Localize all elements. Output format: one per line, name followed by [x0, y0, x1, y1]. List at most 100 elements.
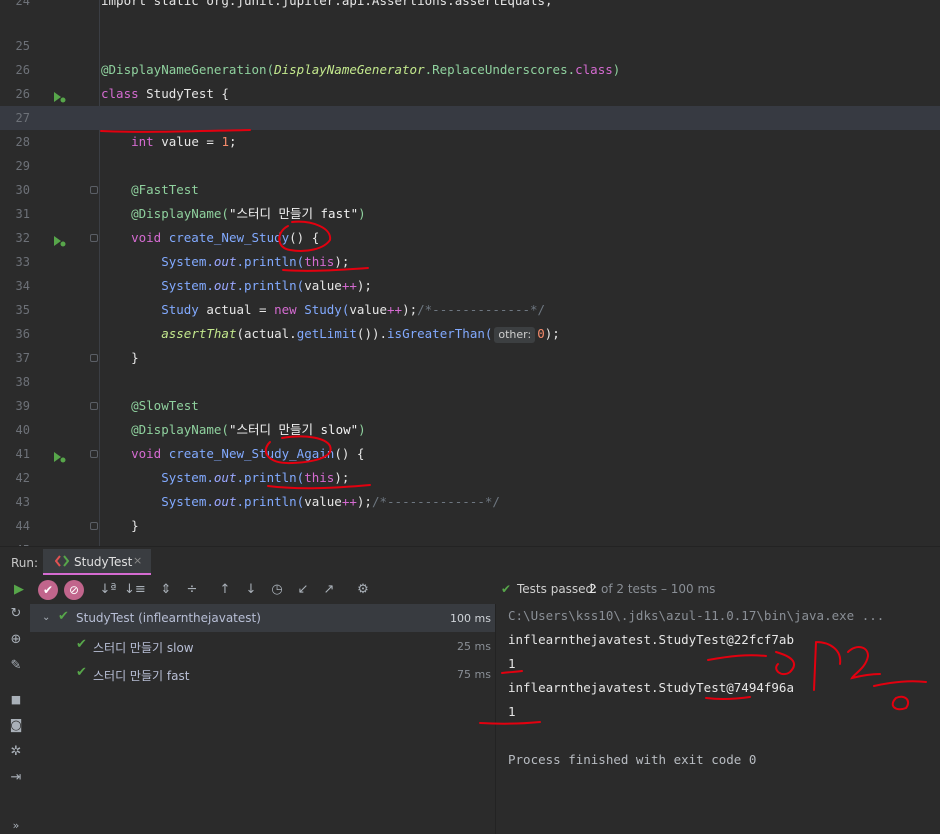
test-run-icon [54, 555, 70, 570]
code-line[interactable]: 30 @FastTest [0, 178, 940, 202]
tree-node-fast[interactable]: ✔ 스터디 만들기 fast 75 ms [30, 660, 495, 688]
run-icon[interactable]: ▶ [9, 580, 29, 600]
down-arrow-icon[interactable]: ↓ [241, 580, 261, 600]
camera-icon[interactable]: ◙ [8, 718, 24, 734]
code-line[interactable]: 39 @SlowTest [0, 394, 940, 418]
code-line[interactable]: 36 assertThat(actual.getLimit()).isGreat… [0, 322, 940, 346]
run-side-toolbar: ↻ ⊕ ✎ ■ ◙ ✲ ⇥ » [0, 604, 30, 834]
code-line[interactable]: 35 Study actual = new Study(value++);/*-… [0, 298, 940, 322]
run-panel-header: Run: StudyTest × [0, 546, 940, 577]
code-line[interactable]: 28 int value = 1; [0, 130, 940, 154]
code-line[interactable]: 43 System.out.println(value++);/*-------… [0, 490, 940, 514]
code-token: ) [358, 422, 366, 437]
code-text: void create_New_Study_Again() { [101, 442, 364, 466]
line-number: 44 [15, 519, 30, 533]
code-token: value [304, 494, 342, 509]
code-line[interactable]: 31 @DisplayName("스터디 만들기 fast") [0, 202, 940, 226]
console-output[interactable]: C:\Users\kss10\.jdks\azul-11.0.17\bin\ja… [496, 604, 940, 834]
code-line[interactable]: 44 } [0, 514, 940, 538]
rerun-icon[interactable]: ↻ [8, 606, 24, 622]
line-number: 39 [15, 399, 30, 413]
settings-icon[interactable]: ⚙ [353, 580, 373, 600]
line-number: 37 [15, 351, 30, 365]
tree-node-slow[interactable]: ✔ 스터디 만들기 slow 25 ms [30, 632, 495, 660]
code-line[interactable]: 41 void create_New_Study_Again() { [0, 442, 940, 466]
code-line[interactable]: 32 void create_New_Study() { [0, 226, 940, 250]
export-icon[interactable]: ↗ [319, 580, 339, 600]
tree-node-time: 25 ms [457, 640, 491, 653]
code-token: .println( [236, 494, 305, 509]
check-icon: ✔ [76, 665, 87, 680]
line-number: 26 [15, 63, 30, 77]
code-token: (actual. [236, 326, 297, 341]
code-line[interactable]: 38 [0, 370, 940, 394]
code-token: this [304, 254, 335, 269]
wrench-icon[interactable]: ✎ [8, 658, 24, 674]
run-test-gutter-icon[interactable] [52, 448, 66, 463]
code-token: () { [289, 230, 320, 245]
expand-all-icon[interactable]: ⇕ [156, 580, 176, 600]
code-line[interactable]: 33 System.out.println(this); [0, 250, 940, 274]
code-token: ++ [341, 494, 357, 509]
code-text: @DisplayNameGeneration(DisplayNameGenera… [101, 58, 620, 82]
fold-marker-icon[interactable] [90, 450, 98, 458]
code-line[interactable]: 40 @DisplayName("스터디 만들기 slow") [0, 418, 940, 442]
fold-marker-icon[interactable] [90, 402, 98, 410]
code-line[interactable]: 24 import static org.junit.jupiter.api.As… [0, 0, 940, 13]
code-line[interactable]: 42 System.out.println(this); [0, 466, 940, 490]
check-icon: ✔ [76, 637, 87, 652]
debug-icon[interactable]: ⊕ [8, 632, 24, 648]
code-token: ); [356, 278, 372, 293]
console-line: 1 [508, 704, 516, 719]
sort-duration-icon[interactable]: ↓≡ [124, 580, 146, 600]
code-token: import static org.junit.jupiter.api.Asse… [101, 0, 553, 8]
line-number: 43 [15, 495, 30, 509]
code-line[interactable]: 45 [0, 538, 940, 546]
show-ignored-icon[interactable]: ⊘ [64, 580, 84, 600]
code-line[interactable]: 26 @DisplayNameGeneration(DisplayNameGene… [0, 58, 940, 82]
fold-marker-icon[interactable] [90, 522, 98, 530]
up-arrow-icon[interactable]: ↑ [215, 580, 235, 600]
collapse-all-icon[interactable]: ÷ [182, 580, 202, 600]
code-editor[interactable]: 24 import static org.junit.jupiter.api.As… [0, 0, 940, 546]
close-icon[interactable]: × [133, 554, 142, 567]
code-text: } [101, 514, 139, 538]
code-line[interactable]: 25 [0, 34, 940, 58]
test-tree[interactable]: ⌄ ✔ StudyTest (inflearnthejavatest) 100 … [30, 604, 496, 834]
history-icon[interactable]: ◷ [267, 580, 287, 600]
code-line[interactable]: 34 System.out.println(value++); [0, 274, 940, 298]
tab-studytest[interactable]: StudyTest × [43, 549, 151, 575]
code-token: ()). [356, 326, 388, 341]
code-token: "스터디 만들기 fast" [228, 206, 359, 221]
stop-icon[interactable]: ■ [8, 692, 24, 708]
run-test-gutter-icon[interactable] [52, 232, 66, 247]
code-text: System.out.println(value++);/*----------… [101, 490, 500, 514]
code-token: } [101, 518, 139, 533]
code-line[interactable]: 26 class StudyTest { [0, 82, 940, 106]
code-line[interactable]: 27 [0, 106, 940, 130]
show-passed-icon[interactable]: ✔ [38, 580, 58, 600]
code-text: @FastTest [101, 178, 199, 202]
tree-node-root[interactable]: ⌄ ✔ StudyTest (inflearnthejavatest) 100 … [30, 604, 495, 632]
code-token: ); [334, 254, 350, 269]
code-token: class [575, 62, 613, 77]
code-token: ); [402, 302, 418, 317]
console-line: inflearnthejavatest.StudyTest@22fcf7ab [508, 632, 794, 647]
sort-alpha-icon[interactable]: ↓ª [98, 580, 118, 600]
run-test-gutter-icon[interactable] [52, 88, 66, 103]
code-line[interactable]: 37 } [0, 346, 940, 370]
chevron-down-icon[interactable]: ⌄ [42, 612, 50, 623]
fold-marker-icon[interactable] [90, 186, 98, 194]
code-token: ) [612, 62, 621, 77]
code-text: @DisplayName("스터디 만들기 fast") [101, 202, 366, 226]
fold-marker-icon[interactable] [90, 354, 98, 362]
import-icon[interactable]: ↙ [293, 580, 313, 600]
more-icon[interactable]: » [8, 818, 24, 834]
gear-icon[interactable]: ✲ [8, 744, 24, 760]
login-icon[interactable]: ⇥ [8, 770, 24, 786]
code-line[interactable]: 29 [0, 154, 940, 178]
code-token: isGreaterThan( [387, 326, 493, 341]
code-text: void create_New_Study() { [101, 226, 319, 250]
code-text: @DisplayName("스터디 만들기 slow") [101, 418, 366, 442]
fold-marker-icon[interactable] [90, 234, 98, 242]
